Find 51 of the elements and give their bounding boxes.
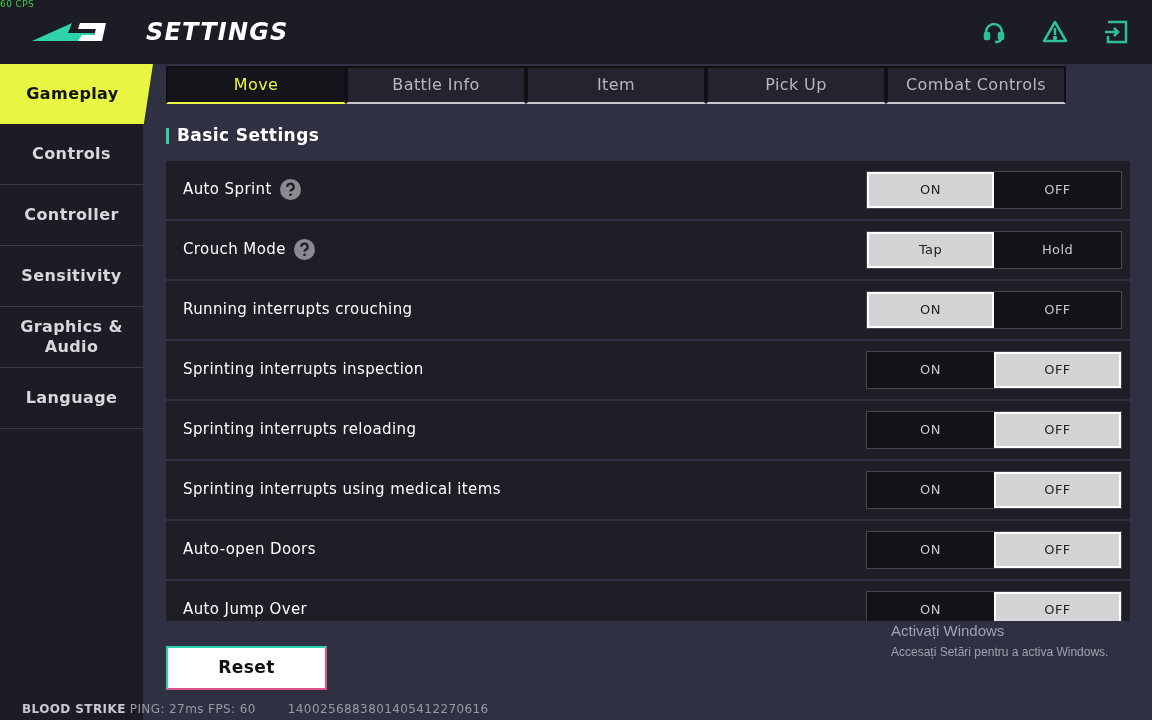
help-icon[interactable] (279, 179, 301, 200)
toggle-option[interactable]: ON (867, 411, 994, 448)
toggle-option[interactable]: ON (867, 351, 994, 388)
sidebar-item[interactable]: Controller (0, 185, 143, 246)
network-stats: PING: 27ms FPS: 60 (129, 700, 256, 718)
toggle-option[interactable]: OFF (994, 351, 1121, 388)
fps-counter: 60 CPS (0, 0, 35, 9)
sidebar-item[interactable]: Gameplay (0, 64, 153, 124)
sidebar-item[interactable]: Sensitivity (0, 246, 143, 307)
sidebar-item[interactable]: Controls (0, 124, 143, 185)
setting-label: Sprinting interrupts inspection (183, 359, 424, 381)
toggle-option[interactable]: OFF (994, 171, 1121, 208)
toggle-option[interactable]: OFF (994, 531, 1121, 568)
session-id: 1400256883801405412270616 (287, 700, 489, 718)
sidebar-item[interactable]: Language (0, 368, 143, 429)
tab[interactable]: Pick Up (706, 66, 886, 104)
setting-label: Auto-open Doors (183, 539, 316, 561)
toggle-option[interactable]: OFF (994, 411, 1121, 448)
page-title: SETTINGS (146, 17, 289, 48)
headset-icon[interactable] (982, 20, 1006, 44)
section-title: Basic Settings (177, 124, 320, 147)
logo-icon (32, 21, 106, 43)
toggle-option[interactable]: OFF (994, 291, 1121, 328)
tab[interactable]: Battle Info (346, 66, 526, 104)
toggle-option[interactable]: ON (867, 531, 994, 568)
toggle-option[interactable]: ON (867, 471, 994, 508)
game-name: BLOOD STRIKE (22, 700, 126, 718)
help-icon[interactable] (293, 239, 315, 260)
exit-icon[interactable] (1104, 20, 1128, 44)
toggle-option[interactable]: ON (867, 171, 994, 208)
tab[interactable]: Combat Controls (886, 66, 1066, 104)
setting-label: Auto Jump Over (183, 599, 308, 621)
toggle-option[interactable]: ON (867, 291, 994, 328)
tab[interactable]: Move (166, 66, 346, 104)
setting-label: Sprinting interrupts reloading (183, 419, 417, 441)
tab[interactable]: Item (526, 66, 706, 104)
activation-title: Activați Windows (891, 621, 1006, 641)
toggle-option[interactable]: Tap (867, 231, 994, 268)
warning-icon[interactable] (1042, 20, 1068, 44)
toggle-option[interactable]: Hold (994, 231, 1121, 268)
sidebar-item[interactable]: Graphics & Audio (0, 307, 143, 368)
setting-label: Running interrupts crouching (183, 299, 413, 321)
activation-text: Accesați Setări pentru a activa Windows. (891, 643, 1109, 661)
toggle-option[interactable]: OFF (994, 471, 1121, 508)
section-marker (166, 127, 169, 144)
setting-label: Crouch Mode (183, 239, 286, 261)
toggle-option[interactable]: OFF (994, 591, 1121, 621)
setting-label: Auto Sprint (183, 179, 272, 201)
reset-button[interactable]: Reset (166, 645, 327, 690)
setting-label: Sprinting interrupts using medical items (183, 479, 501, 501)
toggle-option[interactable]: ON (867, 591, 994, 621)
